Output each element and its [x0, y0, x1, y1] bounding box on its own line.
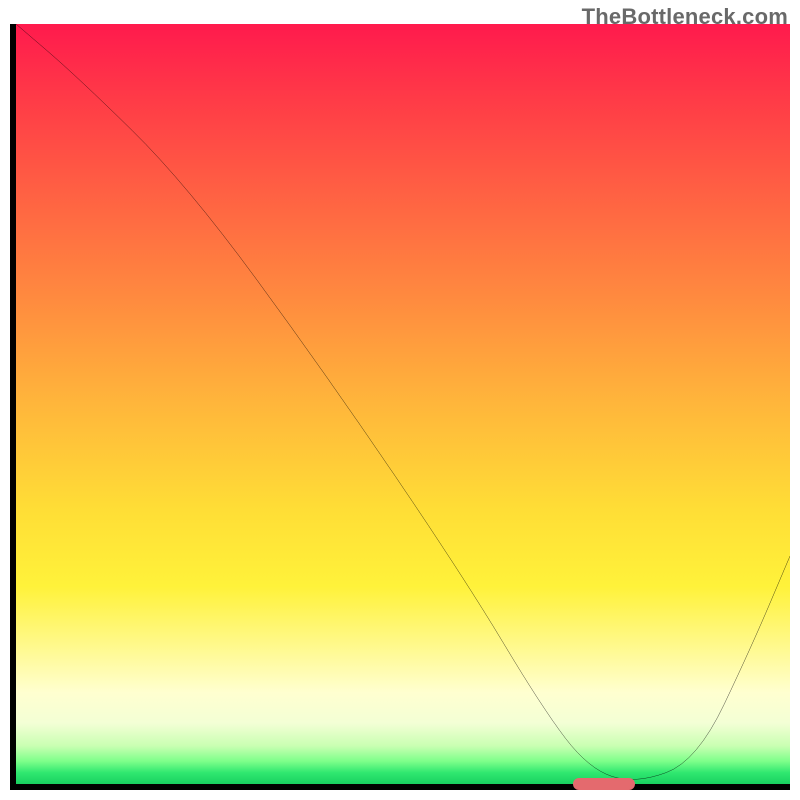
bottleneck-curve: [16, 24, 790, 784]
optimum-marker: [573, 778, 635, 790]
chart-container: TheBottleneck.com: [0, 0, 800, 800]
plot-area: [16, 24, 790, 784]
